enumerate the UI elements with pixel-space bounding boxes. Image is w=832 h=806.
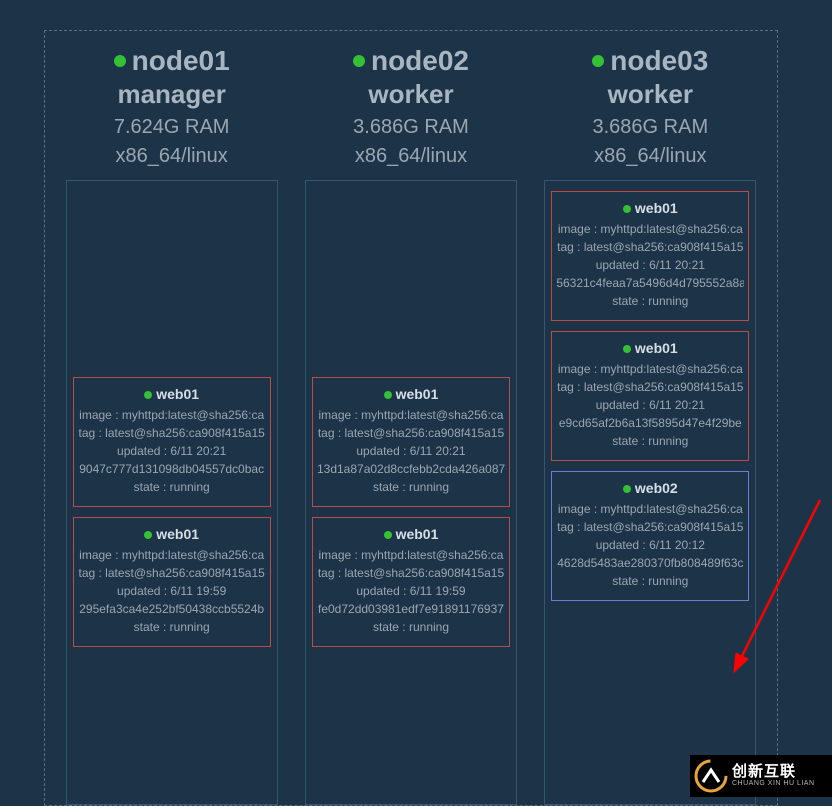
task-updated: updated : 6/11 20:21 [78,444,266,458]
task-container-id: 295efa3ca4e252bf50438ccb5524b [78,602,266,616]
task-updated: updated : 6/11 19:59 [78,584,266,598]
brand-logo-en: CHUANG XIN HU LIAN [732,780,815,788]
node-column: node01manager 7.624G RAM x86_64/linux web01… [59,45,284,805]
task-state: state : running [556,294,744,308]
task-image: image : myhttpd:latest@sha256:ca [317,548,505,562]
task-tag: tag : latest@sha256:ca908f415a15 [317,426,505,440]
task-state: state : running [556,434,744,448]
task-tag: tag : latest@sha256:ca908f415a15 [78,426,266,440]
task-updated: updated : 6/11 20:21 [556,398,744,412]
task-container-id: 56321c4feaa7a5496d4d795552a8a [556,276,744,290]
task-card[interactable]: web02 image : myhttpd:latest@sha256:ca tag… [551,471,749,601]
node-name: node02 [353,45,469,77]
task-container-id: e9cd65af2b6a13f5895d47e4f29be [556,416,744,430]
brand-logo-icon [690,755,732,797]
task-card[interactable]: web01 image : myhttpd:latest@sha256:ca tag… [551,331,749,461]
node-role: manager [114,79,230,110]
task-service-name: web01 [556,200,744,216]
node-name: node03 [592,45,708,77]
task-card[interactable]: web01 image : myhttpd:latest@sha256:ca tag… [551,191,749,321]
task-updated: updated : 6/11 19:59 [317,584,505,598]
task-card[interactable]: web01 image : myhttpd:latest@sha256:ca tag… [73,377,271,507]
status-dot-icon [144,531,152,539]
task-service-name: web01 [317,526,505,542]
task-state: state : running [317,480,505,494]
status-dot-icon [623,345,631,353]
cluster-panel: node01manager 7.624G RAM x86_64/linux web01… [44,30,778,806]
node-header[interactable]: node03worker 3.686G RAM x86_64/linux [592,45,708,168]
status-dot-icon [623,205,631,213]
status-dot-icon [384,391,392,399]
task-container-id: 4628d5483ae280370fb808489f63c [556,556,744,570]
task-updated: updated : 6/11 20:12 [556,538,744,552]
task-image: image : myhttpd:latest@sha256:ca [556,502,744,516]
status-dot-icon [384,531,392,539]
node-role: worker [353,79,469,110]
task-image: image : myhttpd:latest@sha256:ca [78,408,266,422]
task-container-id: 13d1a87a02d8ccfebb2cda426a087 [317,462,505,476]
task-updated: updated : 6/11 20:21 [556,258,744,272]
task-image: image : myhttpd:latest@sha256:ca [78,548,266,562]
task-container-id: fe0d72dd03981edf7e91891176937 [317,602,505,616]
node-column: node02worker 3.686G RAM x86_64/linux web01 i… [298,45,523,805]
node-arch: x86_64/linux [114,145,230,168]
task-card[interactable]: web01 image : myhttpd:latest@sha256:ca tag… [312,517,510,647]
task-state: state : running [556,574,744,588]
task-card[interactable]: web01 image : myhttpd:latest@sha256:ca tag… [312,377,510,507]
node-header[interactable]: node01manager 7.624G RAM x86_64/linux [114,45,230,168]
node-role: worker [592,79,708,110]
status-dot-icon [144,391,152,399]
brand-logo-cn: 创新互联 [732,764,815,781]
status-dot-icon [114,55,126,67]
task-tag: tag : latest@sha256:ca908f415a15 [78,566,266,580]
task-list: web01 image : myhttpd:latest@sha256:ca tag… [66,180,278,805]
task-card[interactable]: web01 image : myhttpd:latest@sha256:ca tag… [73,517,271,647]
task-state: state : running [78,620,266,634]
task-service-name: web01 [317,386,505,402]
task-tag: tag : latest@sha256:ca908f415a15 [317,566,505,580]
node-ram: 7.624G RAM [114,116,230,139]
status-dot-icon [353,55,365,67]
task-spacer [312,191,510,367]
status-dot-icon [592,55,604,67]
task-service-name: web01 [78,386,266,402]
status-dot-icon [623,485,631,493]
node-columns: node01manager 7.624G RAM x86_64/linux web01… [59,45,763,805]
task-image: image : myhttpd:latest@sha256:ca [556,222,744,236]
task-state: state : running [78,480,266,494]
node-ram: 3.686G RAM [353,116,469,139]
node-header[interactable]: node02worker 3.686G RAM x86_64/linux [353,45,469,168]
task-list: web01 image : myhttpd:latest@sha256:ca tag… [305,180,517,805]
task-container-id: 9047c777d131098db04557dc0bac [78,462,266,476]
task-tag: tag : latest@sha256:ca908f415a15 [556,520,744,534]
task-list: web01 image : myhttpd:latest@sha256:ca tag… [544,180,756,805]
node-arch: x86_64/linux [592,145,708,168]
brand-logo: 创新互联 CHUANG XIN HU LIAN [690,755,832,797]
node-name: node01 [114,45,230,77]
task-state: state : running [317,620,505,634]
task-service-name: web01 [556,340,744,356]
task-tag: tag : latest@sha256:ca908f415a15 [556,380,744,394]
task-service-name: web01 [78,526,266,542]
task-image: image : myhttpd:latest@sha256:ca [317,408,505,422]
task-image: image : myhttpd:latest@sha256:ca [556,362,744,376]
task-spacer [73,191,271,367]
node-column: node03worker 3.686G RAM x86_64/linux web01 i… [538,45,763,805]
task-tag: tag : latest@sha256:ca908f415a15 [556,240,744,254]
node-ram: 3.686G RAM [592,116,708,139]
task-updated: updated : 6/11 20:21 [317,444,505,458]
node-arch: x86_64/linux [353,145,469,168]
task-service-name: web02 [556,480,744,496]
